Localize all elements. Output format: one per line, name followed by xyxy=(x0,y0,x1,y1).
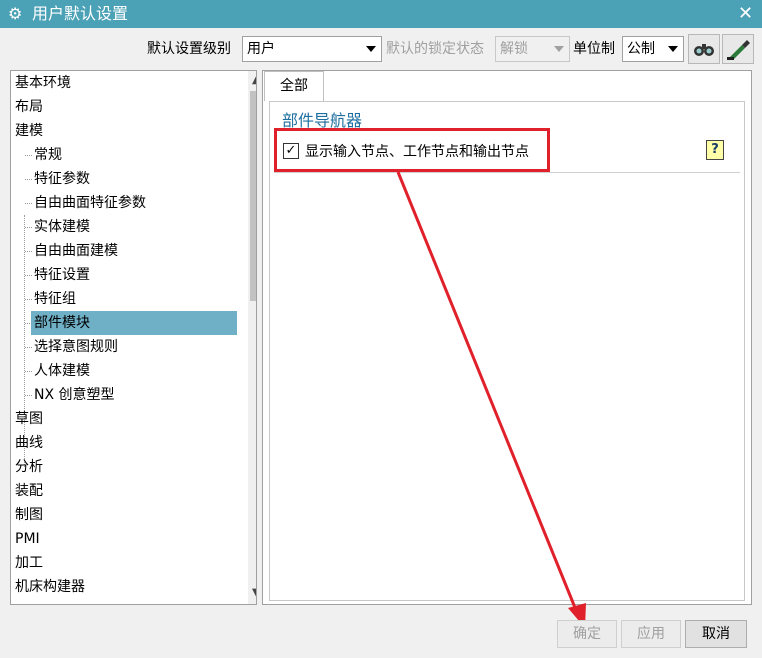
cancel-button[interactable]: 取消 xyxy=(685,620,747,648)
annotation-arrow xyxy=(396,171,586,628)
apply-button[interactable]: 应用 xyxy=(621,620,681,648)
ok-button[interactable]: 确定 xyxy=(557,620,617,648)
